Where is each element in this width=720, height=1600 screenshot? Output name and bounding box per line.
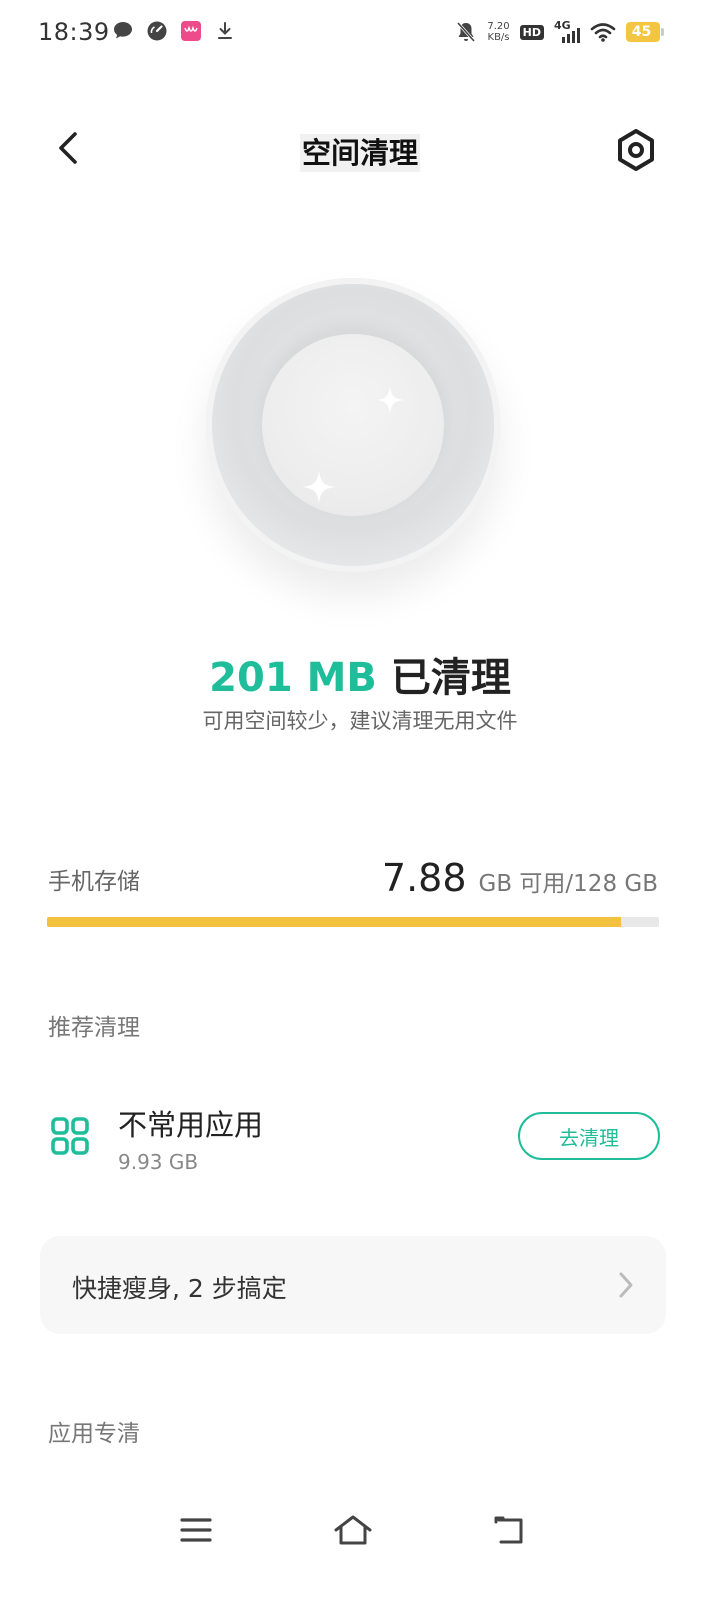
battery-level: 45	[631, 24, 652, 40]
quick-slim-text: 快捷瘦身, 2 步搞定	[72, 1274, 287, 1303]
storage-usage-bar	[47, 917, 659, 927]
clean-status-graphic	[206, 278, 500, 572]
system-nav-bar	[0, 1490, 720, 1570]
mute-icon	[457, 22, 476, 42]
app-notification-icon	[181, 21, 201, 41]
go-clean-button[interactable]: 去清理	[518, 1112, 660, 1160]
page-title: 空间清理	[0, 130, 720, 172]
status-bar: 18:39 7.20 KB/s HD 4G 45	[0, 0, 720, 66]
storage-free: 7.88	[381, 856, 467, 900]
cleaned-summary: 201 MB 已清理	[0, 645, 720, 703]
apps-grid-icon	[51, 1117, 89, 1155]
speed-unit: KB/s	[487, 32, 510, 43]
download-icon	[218, 22, 232, 39]
back-icon	[494, 1516, 523, 1544]
wifi-icon	[590, 23, 616, 42]
recommend-section-label: 推荐清理	[48, 1015, 140, 1041]
home-icon	[334, 1515, 372, 1545]
storage-label: 手机存储	[48, 869, 140, 895]
network-speed: 7.20 KB/s	[487, 21, 509, 43]
app-header: 空间清理	[0, 110, 720, 190]
page-title-text: 空间清理	[299, 134, 420, 172]
list-item-unused-apps[interactable]: 不常用应用 9.93 GB 去清理	[48, 1096, 660, 1186]
list-item-size: 9.93 GB	[118, 1150, 199, 1174]
settings-button[interactable]	[614, 128, 658, 172]
sparkle-icon	[376, 386, 404, 414]
menu-icon	[180, 1518, 212, 1542]
nav-home-button[interactable]	[327, 1504, 379, 1556]
status-time: 18:39	[38, 18, 110, 46]
gauge-icon	[147, 21, 167, 41]
cleaned-suffix: 已清理	[390, 655, 511, 701]
status-right-icons: 7.20 KB/s HD 4G 45	[455, 19, 664, 44]
hd-icon: HD	[519, 24, 544, 40]
cleaned-amount: 201 MB	[209, 655, 377, 701]
network-type: 4G	[554, 19, 571, 32]
status-left-icons	[112, 20, 236, 42]
nav-back-button[interactable]	[484, 1504, 536, 1556]
app-clean-section-label: 应用专清	[48, 1421, 140, 1447]
speed-value: 7.20	[487, 21, 510, 32]
storage-value: 7.88 GB 可用/128 GB	[382, 856, 658, 900]
nav-menu-button[interactable]	[170, 1504, 222, 1556]
list-item-title: 不常用应用	[118, 1108, 264, 1142]
battery-icon: 45	[626, 22, 664, 42]
cleaned-hint: 可用空间较少，建议清理无用文件	[202, 709, 518, 733]
signal-icon: 4G	[554, 19, 580, 43]
settings-icon	[618, 129, 654, 171]
storage-unit-text: GB 可用/128 GB	[478, 871, 658, 897]
chevron-right-icon	[619, 1272, 633, 1298]
message-icon	[114, 22, 132, 39]
clean-status-inner	[262, 334, 444, 516]
storage-usage-fill	[47, 917, 622, 927]
quick-slim-card[interactable]: 快捷瘦身, 2 步搞定	[40, 1236, 666, 1334]
sparkle-icon	[302, 470, 336, 504]
